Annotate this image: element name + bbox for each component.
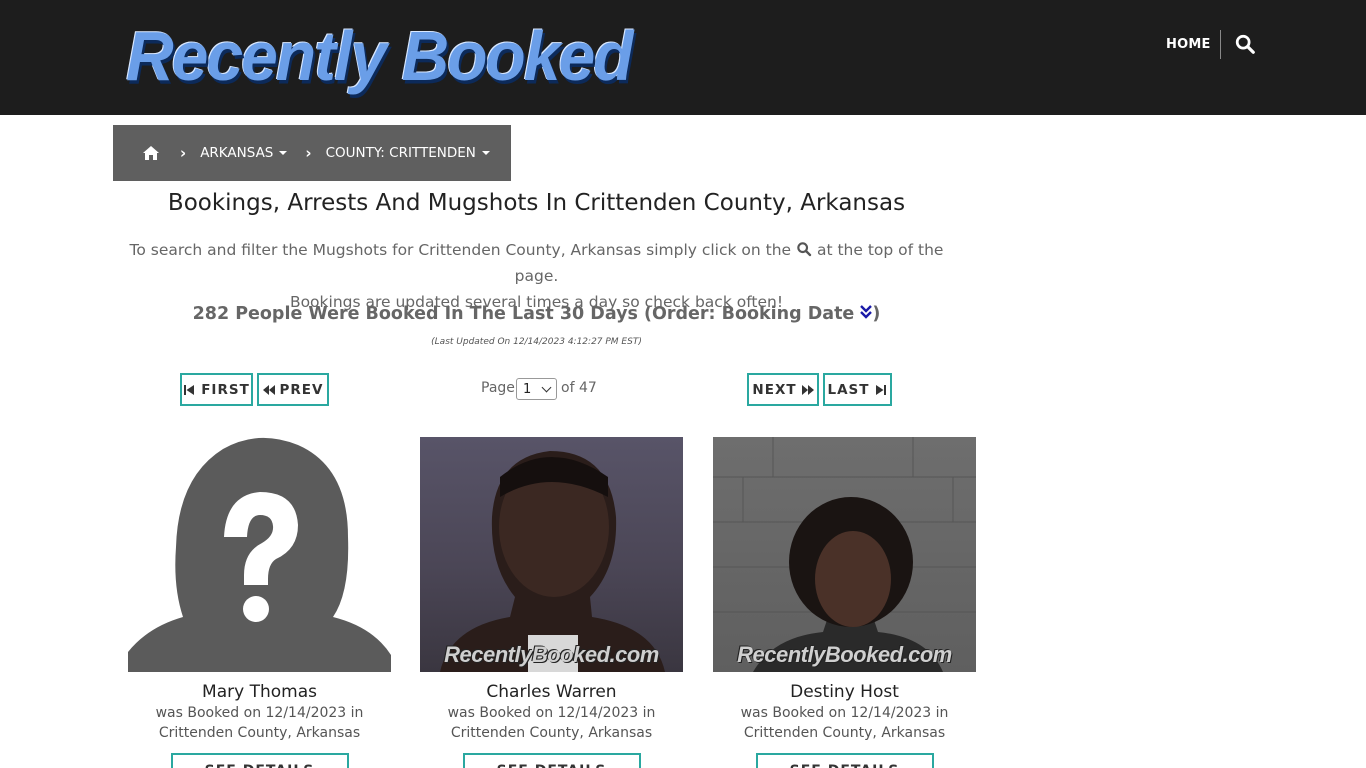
first-page-label: FIRST bbox=[201, 381, 250, 398]
mugshot-placeholder-image[interactable] bbox=[128, 437, 391, 672]
last-page-label: LAST bbox=[827, 381, 870, 398]
intro-part1: To search and filter the Mugshots for Cr… bbox=[129, 241, 792, 259]
page-select[interactable]: 1 bbox=[516, 378, 557, 400]
double-chevron-down-icon[interactable] bbox=[860, 304, 873, 320]
see-details-button[interactable]: SEE DETAILS bbox=[170, 753, 349, 768]
step-backward-icon bbox=[184, 384, 195, 395]
next-page-button[interactable]: NEXT bbox=[747, 373, 819, 406]
watermark-text: RecentlyBooked.com bbox=[444, 642, 659, 667]
next-page-label: NEXT bbox=[752, 381, 797, 398]
booking-count: 282 People Were Booked In The Last 30 Da… bbox=[113, 304, 960, 324]
breadcrumb-county-label: COUNTY: CRITTENDEN bbox=[325, 145, 476, 161]
breadcrumb-separator-icon: › bbox=[305, 144, 312, 162]
booking-info: was Booked on 12/14/2023 in Crittenden C… bbox=[420, 703, 683, 743]
nav-divider bbox=[1220, 30, 1221, 59]
booking-count-text: 282 People Were Booked In The Last 30 Da… bbox=[192, 304, 855, 324]
mugshot-portrait bbox=[440, 451, 665, 672]
last-page-button[interactable]: LAST bbox=[823, 373, 892, 406]
booking-info-line1: was Booked on 12/14/2023 in bbox=[740, 705, 949, 721]
nav-home-link[interactable]: HOME bbox=[1166, 37, 1211, 52]
person-name[interactable]: Destiny Host bbox=[713, 682, 976, 702]
caret-down-icon bbox=[279, 151, 288, 155]
breadcrumb-county-dropdown[interactable]: COUNTY: CRITTENDEN bbox=[326, 145, 490, 161]
home-icon[interactable] bbox=[142, 145, 160, 161]
mugshot-image[interactable]: RecentlyBooked.com bbox=[713, 437, 976, 672]
breadcrumb: › ARKANSAS › COUNTY: CRITTENDEN bbox=[113, 125, 511, 181]
last-updated: (Last Updated On 12/14/2023 4:12:27 PM E… bbox=[431, 337, 642, 347]
booking-info-line2: Crittenden County, Arkansas bbox=[158, 725, 361, 741]
booking-info-line2: Crittenden County, Arkansas bbox=[450, 725, 653, 741]
chevron-down-icon bbox=[541, 382, 552, 393]
step-forward-icon bbox=[876, 384, 887, 395]
site-logo[interactable]: Recently Booked bbox=[126, 16, 633, 96]
person-name[interactable]: Mary Thomas bbox=[128, 682, 391, 702]
booking-info: was Booked on 12/14/2023 in Crittenden C… bbox=[713, 703, 976, 743]
booking-card[interactable]: RecentlyBooked.com Charles Warren was Bo… bbox=[420, 437, 683, 768]
booking-info: was Booked on 12/14/2023 in Crittenden C… bbox=[128, 703, 391, 743]
booking-card[interactable]: Mary Thomas was Booked on 12/14/2023 in … bbox=[128, 437, 391, 768]
booking-info-line2: Crittenden County, Arkansas bbox=[743, 725, 946, 741]
booking-info-line1: was Booked on 12/14/2023 in bbox=[155, 705, 364, 721]
first-page-button[interactable]: FIRST bbox=[180, 373, 253, 406]
fast-forward-icon bbox=[801, 384, 814, 395]
booking-count-close: ) bbox=[872, 304, 881, 324]
booking-info-line1: was Booked on 12/14/2023 in bbox=[447, 705, 656, 721]
unknown-person-icon bbox=[128, 437, 391, 672]
watermark-text: RecentlyBooked.com bbox=[737, 642, 952, 667]
breadcrumb-state-label: ARKANSAS bbox=[200, 145, 274, 161]
fast-backward-icon bbox=[262, 384, 275, 395]
breadcrumb-state-dropdown[interactable]: ARKANSAS bbox=[200, 145, 288, 161]
booking-card[interactable]: RecentlyBooked.com Destiny Host was Book… bbox=[713, 437, 976, 768]
search-icon bbox=[797, 242, 812, 257]
see-details-button[interactable]: SEE DETAILS bbox=[755, 753, 934, 768]
breadcrumb-separator-icon: › bbox=[180, 144, 187, 162]
person-name[interactable]: Charles Warren bbox=[420, 682, 683, 702]
caret-down-icon bbox=[481, 151, 490, 155]
prev-page-button[interactable]: PREV bbox=[257, 373, 329, 406]
mugshot-image[interactable]: RecentlyBooked.com bbox=[420, 437, 683, 672]
page-label: Page bbox=[481, 380, 515, 396]
search-icon[interactable] bbox=[1234, 33, 1256, 55]
site-header: Recently Booked HOME bbox=[0, 0, 1366, 115]
mugshot-portrait bbox=[713, 437, 976, 672]
page-select-value: 1 bbox=[523, 381, 532, 397]
page-total-label: of 47 bbox=[561, 380, 597, 396]
see-details-button[interactable]: SEE DETAILS bbox=[462, 753, 641, 768]
prev-page-label: PREV bbox=[279, 381, 324, 398]
page-title: Bookings, Arrests And Mugshots In Critte… bbox=[167, 190, 906, 216]
